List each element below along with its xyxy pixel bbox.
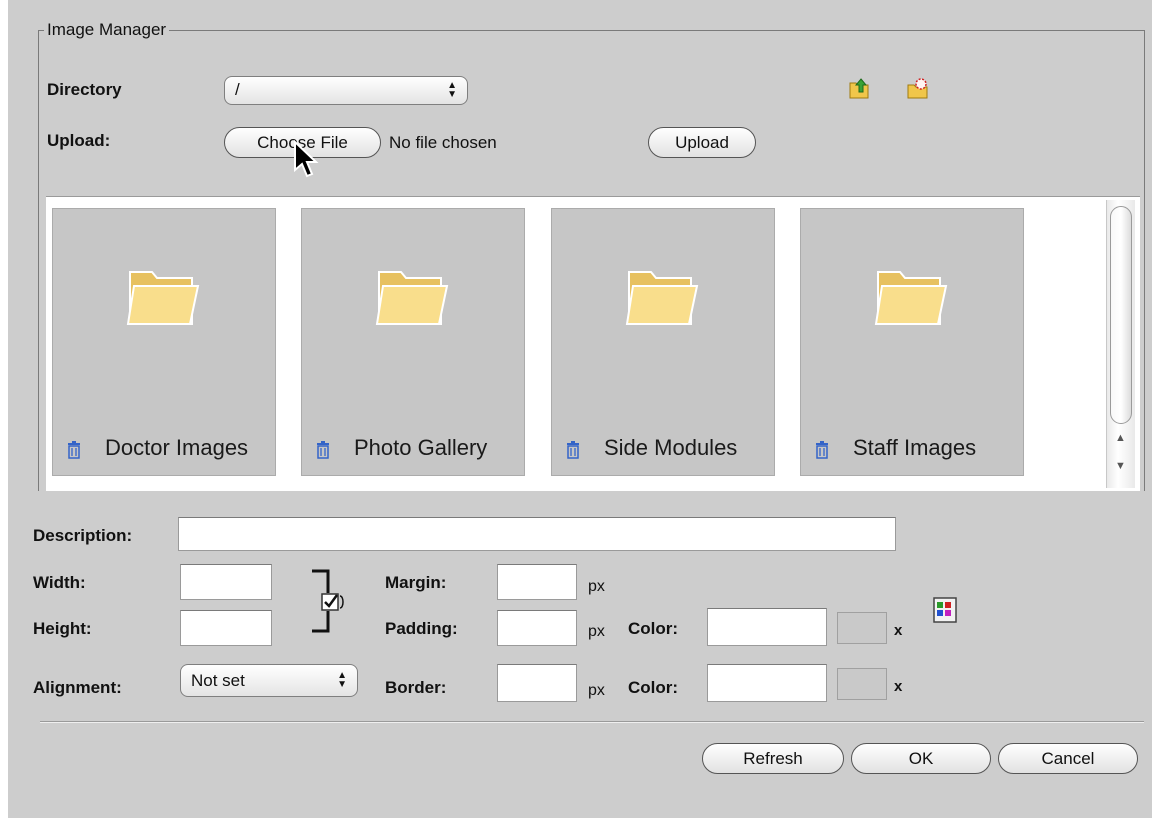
padding-color-field[interactable]: [707, 608, 827, 646]
description-label: Description:: [33, 526, 133, 545]
border-unit: px: [588, 682, 605, 699]
trash-icon[interactable]: [566, 441, 580, 459]
footer-separator: [40, 721, 1144, 723]
margin-label: Margin:: [385, 573, 447, 592]
select-arrows-icon: ▲ ▼: [447, 80, 457, 100]
folder-tile[interactable]: Staff Images: [800, 208, 1024, 476]
alignment-select[interactable]: Not set ▲ ▼: [180, 664, 358, 697]
description-field[interactable]: [178, 517, 896, 551]
scroll-up-icon[interactable]: ▲: [1115, 432, 1126, 444]
folder-icon: [625, 271, 699, 325]
folder-tile[interactable]: Side Modules: [551, 208, 775, 476]
folder-caption: Staff Images: [801, 435, 1023, 465]
folder-name: Doctor Images: [105, 435, 249, 460]
border-label: Border:: [385, 678, 447, 697]
browser-scrollbar[interactable]: ▲ ▼: [1106, 200, 1135, 488]
border-color-swatch[interactable]: [837, 668, 887, 700]
height-field[interactable]: [180, 610, 272, 646]
alignment-select-value: Not set: [191, 671, 245, 690]
image-manager-dialog: Image Manager Directory / ▲ ▼ Upload: Cho…: [8, 0, 1152, 818]
color-picker-icon[interactable]: [932, 596, 958, 624]
ok-button[interactable]: OK: [851, 743, 991, 774]
folder-caption: Doctor Images: [53, 435, 275, 465]
file-status-text: No file chosen: [389, 133, 497, 152]
margin-unit: px: [588, 578, 605, 595]
padding-unit: px: [588, 623, 605, 640]
constrain-proportions-checkbox[interactable]: [320, 592, 346, 614]
directory-label: Directory: [47, 80, 122, 99]
border-color-field[interactable]: [707, 664, 827, 702]
padding-label: Padding:: [385, 619, 458, 638]
directory-select-value: /: [235, 80, 240, 99]
border-field[interactable]: [497, 664, 577, 702]
padding-color-clear-button[interactable]: x: [894, 622, 902, 639]
folder-caption: Side Modules: [552, 435, 774, 465]
padding-color-swatch[interactable]: [837, 612, 887, 644]
directory-select[interactable]: / ▲ ▼: [224, 76, 468, 105]
folder-caption: Photo Gallery: [302, 435, 524, 465]
refresh-button[interactable]: Refresh: [702, 743, 844, 774]
upload-button[interactable]: Upload: [648, 127, 756, 158]
trash-icon[interactable]: [815, 441, 829, 459]
trash-icon[interactable]: [67, 441, 81, 459]
folder-name: Staff Images: [853, 435, 977, 460]
padding-field[interactable]: [497, 610, 577, 646]
padding-color-label: Color:: [628, 619, 679, 638]
folder-name: Side Modules: [604, 435, 738, 460]
folder-icon: [874, 271, 948, 325]
upload-label: Upload:: [47, 131, 111, 150]
trash-icon[interactable]: [316, 441, 330, 459]
width-field[interactable]: [180, 564, 272, 600]
folder-tile[interactable]: Doctor Images: [52, 208, 276, 476]
border-color-clear-button[interactable]: x: [894, 678, 902, 695]
margin-field[interactable]: [497, 564, 577, 600]
mouse-cursor-icon: [294, 140, 319, 178]
border-color-label: Color:: [628, 678, 679, 697]
new-folder-icon[interactable]: [906, 76, 930, 100]
width-label: Width:: [33, 573, 86, 592]
scroll-down-icon[interactable]: ▼: [1115, 460, 1126, 472]
select-arrows-icon: ▲ ▼: [337, 670, 347, 690]
folder-tile[interactable]: Photo Gallery: [301, 208, 525, 476]
image-browser-panel: Doctor Images Photo Gallery Side Modules…: [46, 196, 1140, 491]
cancel-button[interactable]: Cancel: [998, 743, 1138, 774]
fieldset-legend: Image Manager: [44, 20, 170, 40]
scrollbar-thumb[interactable]: [1110, 206, 1132, 424]
alignment-label: Alignment:: [33, 678, 122, 697]
folder-icon: [126, 271, 200, 325]
folder-name: Photo Gallery: [354, 435, 488, 460]
folder-up-icon[interactable]: [848, 76, 872, 100]
height-label: Height:: [33, 619, 92, 638]
folder-icon: [375, 271, 449, 325]
